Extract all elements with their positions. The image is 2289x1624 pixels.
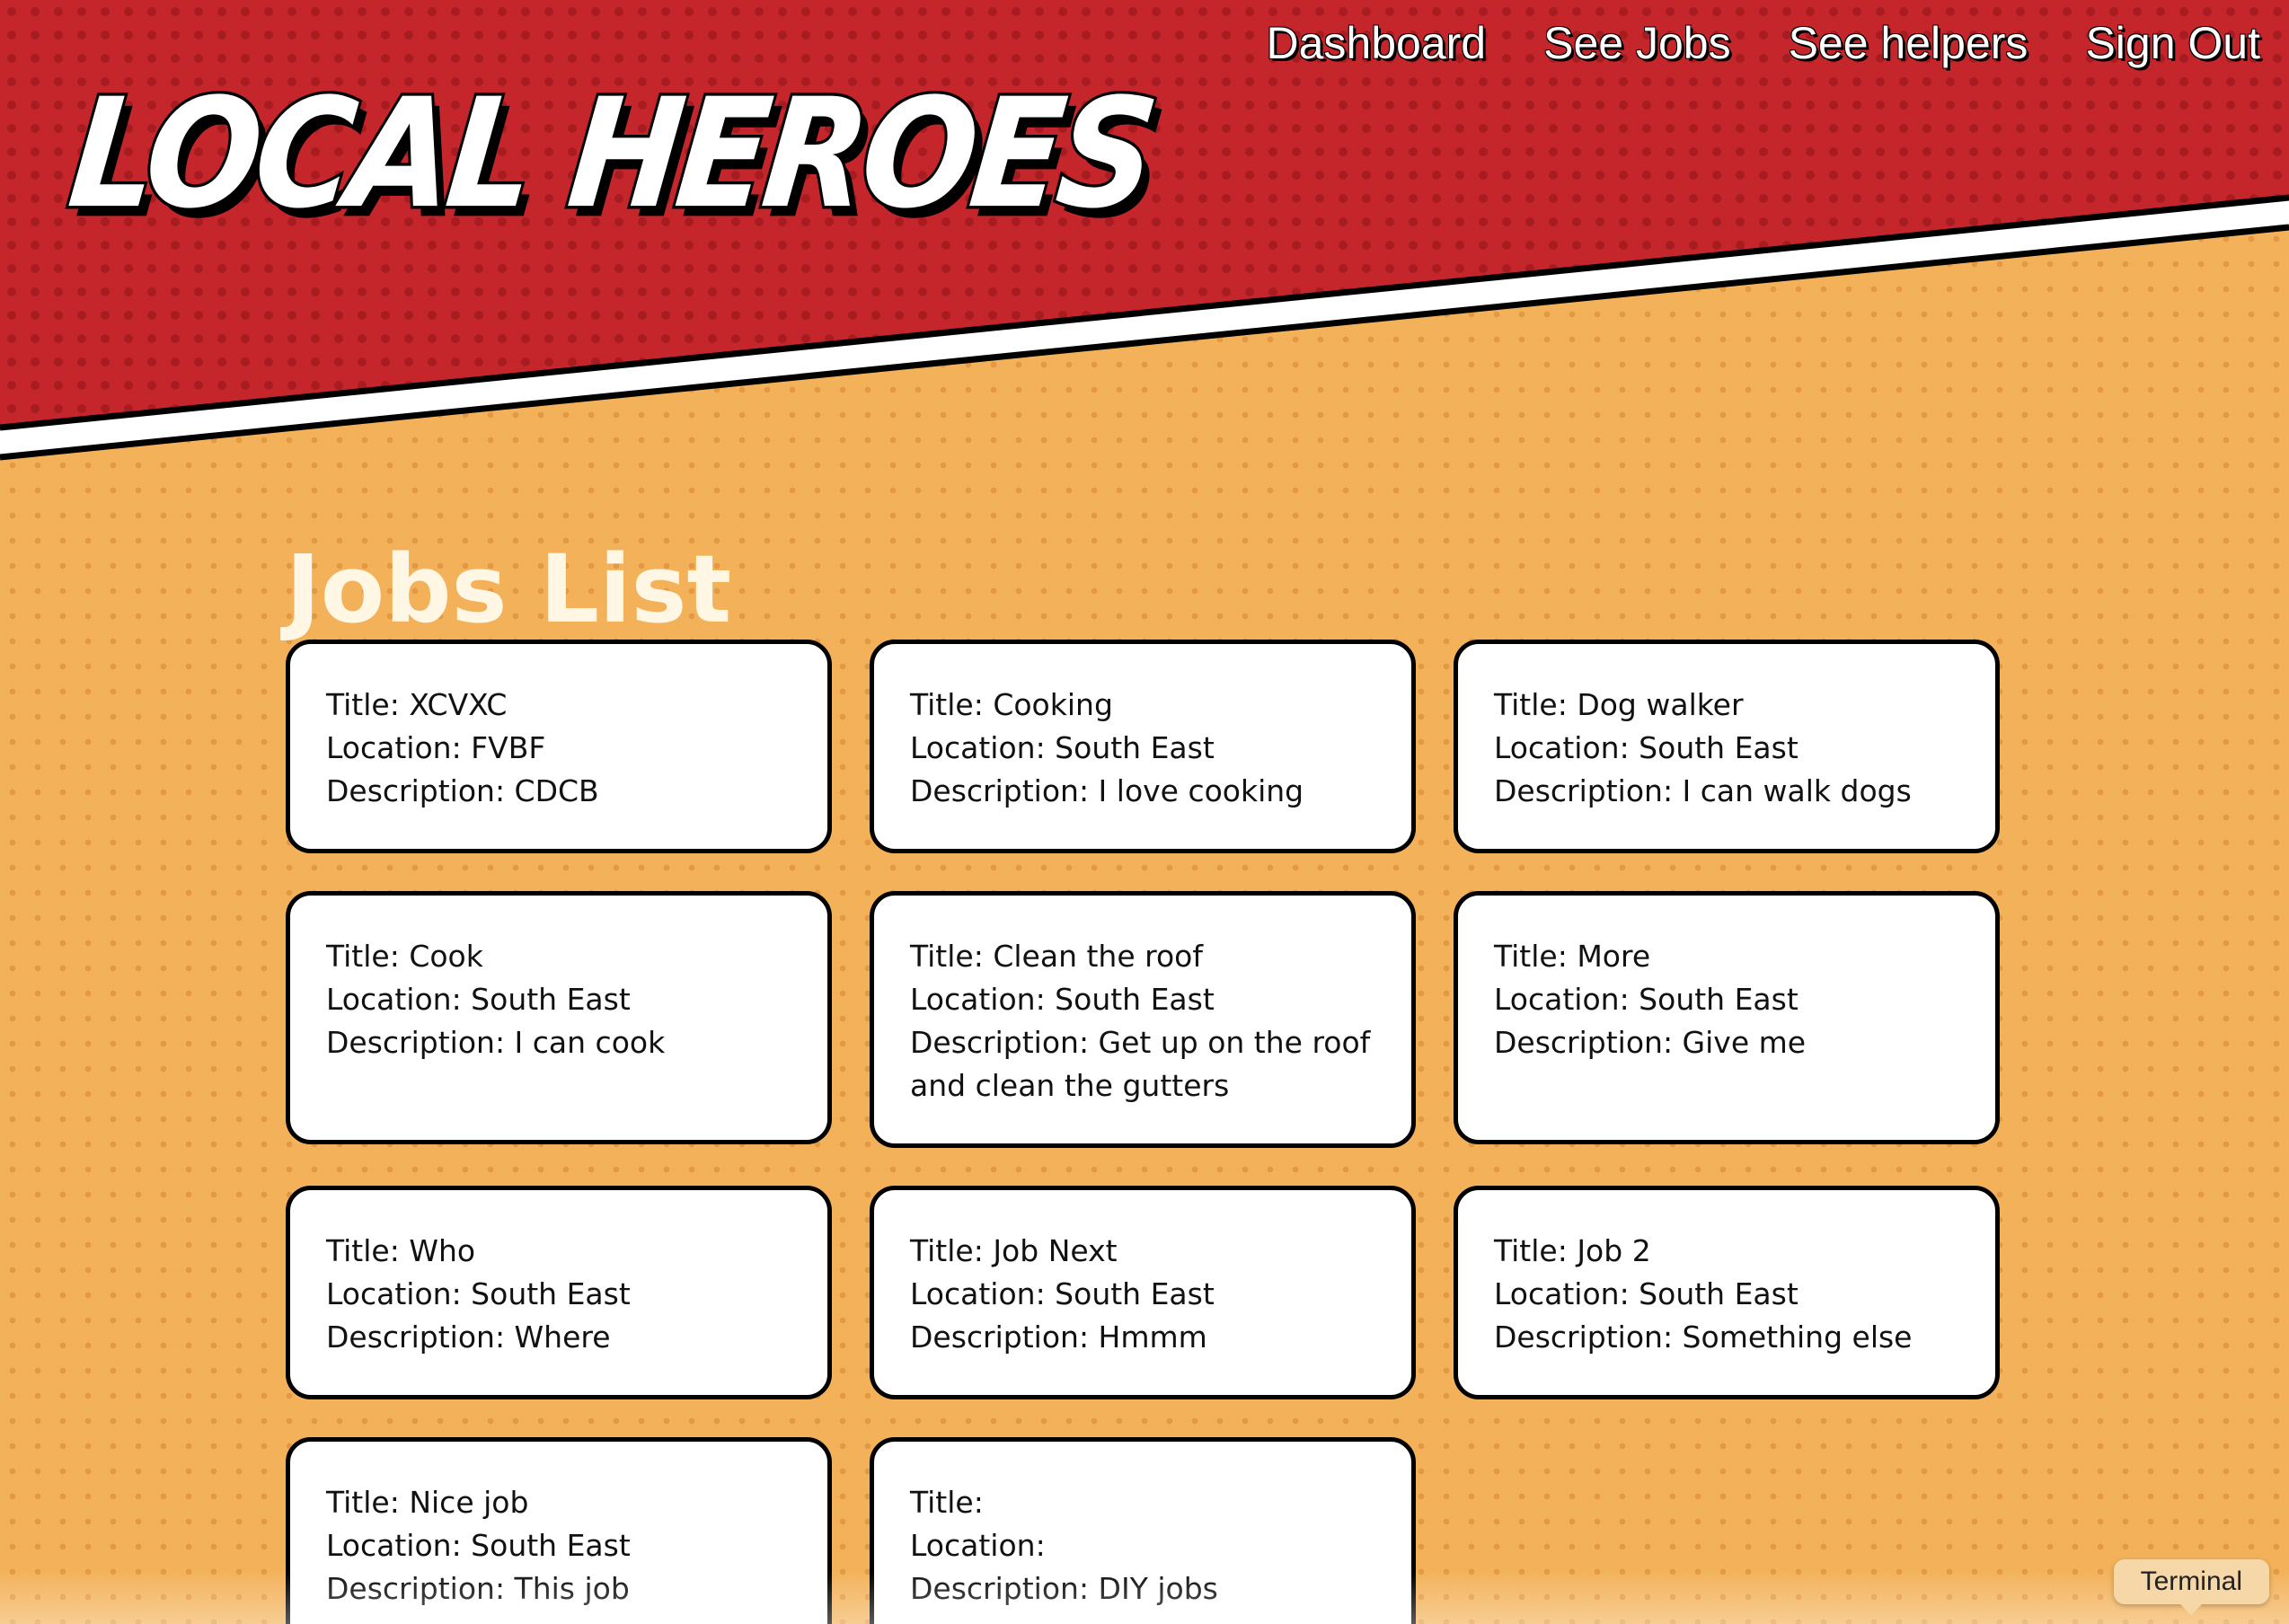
job-title: Title: Job Next [910,1233,1118,1268]
job-title: Title: Job 2 [1494,1233,1651,1268]
job-description: Description: Get up on the roof and clea… [910,1025,1371,1103]
job-description: Description: DIY jobs [910,1571,1218,1606]
job-location: Location: South East [326,1276,631,1311]
job-title: Title: Clean the roof [910,939,1203,974]
job-description: Description: I can walk dogs [1494,773,1912,808]
nav-see-helpers-link[interactable]: See helpers [1789,16,2028,70]
nav-dashboard-link[interactable]: Dashboard [1266,16,1486,70]
job-title: Title: [910,1485,984,1520]
job-description: Description: I can cook [326,1025,666,1060]
job-description: Description: Hmmm [910,1320,1207,1355]
jobs-grid: Title: XCVXC Location: FVBF Description:… [286,640,2000,1624]
job-location: Location: FVBF [326,730,546,765]
nav-see-jobs-link[interactable]: See Jobs [1543,16,1730,70]
job-description: Description: Give me [1494,1025,1807,1060]
job-card[interactable]: Title: Clean the roof Location: South Ea… [870,891,1416,1148]
job-description: Description: This job [326,1571,630,1606]
job-title: Title: Who [326,1233,476,1268]
top-nav: Dashboard See Jobs See helpers Sign Out [1266,16,2260,70]
job-location: Location: South East [1494,730,1798,765]
job-description: Description: I love cooking [910,773,1304,808]
job-location: Location: South East [1494,1276,1798,1311]
job-card[interactable]: Title: Dog walker Location: South East D… [1454,640,2000,853]
terminal-tooltip: Terminal [2113,1559,2269,1615]
job-title: Title: Nice job [326,1485,529,1520]
job-location: Location: South East [1494,982,1798,1017]
job-card[interactable]: Title: Job 2 Location: South East Descri… [1454,1186,2000,1399]
job-title: Title: Cook [326,939,483,974]
job-description: Description: Something else [1494,1320,1913,1355]
job-title: Title: More [1494,939,1651,974]
nav-sign-out-link[interactable]: Sign Out [2085,16,2260,70]
job-card[interactable]: Title: More Location: South East Descrip… [1454,891,2000,1144]
job-description: Description: Where [326,1320,611,1355]
job-location: Location: South East [326,1528,631,1563]
job-card[interactable]: Title: Who Location: South East Descript… [286,1186,832,1399]
job-card[interactable]: Title: Cook Location: South East Descrip… [286,891,832,1144]
job-location: Location: South East [910,730,1215,765]
job-location: Location: [910,1528,1046,1563]
job-card[interactable]: Title: XCVXC Location: FVBF Description:… [286,640,832,853]
job-card[interactable]: Title: Location: Description: DIY jobs [870,1437,1416,1624]
job-card[interactable]: Title: Job Next Location: South East Des… [870,1186,1416,1399]
job-location: Location: South East [910,1276,1215,1311]
job-card[interactable]: Title: Cooking Location: South East Desc… [870,640,1416,853]
job-location: Location: South East [910,982,1215,1017]
job-location: Location: South East [326,982,631,1017]
site-logo[interactable]: LOCAL HEROES [59,64,1162,244]
job-title: Title: Dog walker [1494,687,1744,722]
job-title: Title: Cooking [910,687,1113,722]
job-title: Title: XCVXC [326,687,508,722]
job-card[interactable]: Title: Nice job Location: South East Des… [286,1437,832,1624]
page-title: Jobs List [286,534,732,644]
job-description: Description: CDCB [326,773,599,808]
